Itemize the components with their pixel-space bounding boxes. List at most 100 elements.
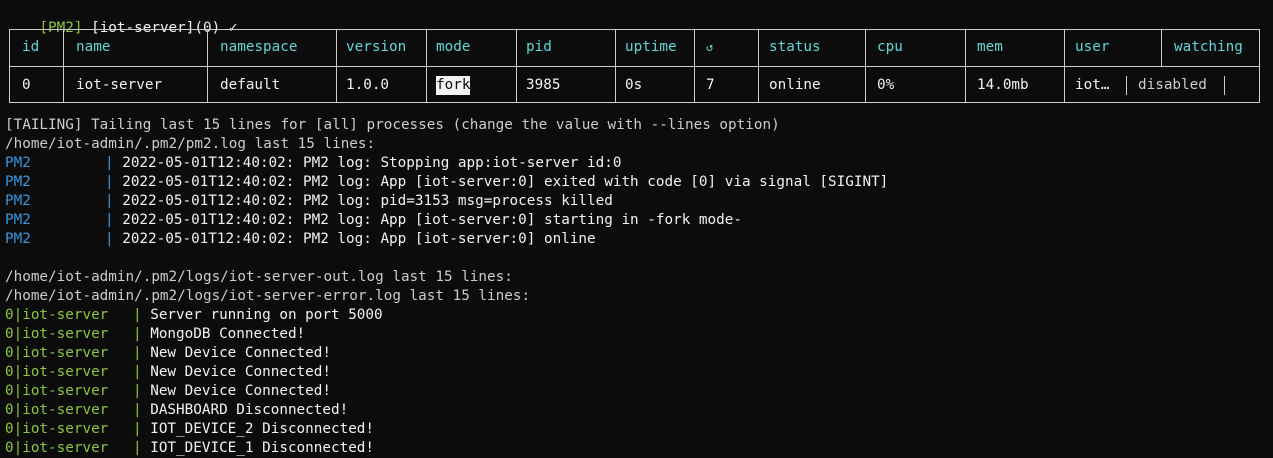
col-sep: [615, 29, 616, 103]
col-sep: [865, 29, 866, 103]
log-text: 2022-05-01T12:40:02: PM2 log: App [iot-s…: [122, 174, 889, 190]
cell-namespace: default: [220, 77, 281, 93]
log-line: 0|iot-server | IOT_DEVICE_2 Disconnected!: [5, 420, 374, 439]
header-pid: pid: [526, 39, 552, 55]
col-sep: [758, 29, 759, 103]
cell-name: iot-server: [76, 77, 163, 93]
log-text: New Device Connected!: [150, 383, 331, 399]
col-sep: [336, 29, 337, 103]
header-user: user: [1075, 39, 1110, 55]
log-tag: 0|iot-server: [5, 402, 109, 418]
log-separator: |: [105, 231, 114, 247]
cell-version: 1.0.0: [346, 77, 390, 93]
col-sep: [965, 29, 966, 103]
log-line: 0|iot-server | New Device Connected!: [5, 363, 331, 382]
header-version: version: [346, 39, 407, 55]
log-text: MongoDB Connected!: [150, 326, 306, 342]
log-tag: 0|iot-server: [5, 421, 109, 437]
tailing-notice: [TAILING] Tailing last 15 lines for [all…: [5, 117, 780, 133]
log-text: 2022-05-01T12:40:02: PM2 log: pid=3153 m…: [122, 193, 613, 209]
log-tag: PM2: [5, 231, 31, 247]
log-line: 0|iot-server | Server running on port 500…: [5, 306, 383, 325]
log-separator: |: [105, 193, 114, 209]
log-separator: |: [133, 402, 142, 418]
header-namespace: namespace: [220, 39, 298, 55]
cell-mode: fork: [436, 76, 471, 95]
log-tag: 0|iot-server: [5, 364, 109, 380]
log-line: PM2 | 2022-05-01T12:40:02: PM2 log: App […: [5, 173, 888, 192]
log-tag: 0|iot-server: [5, 383, 109, 399]
header-mem: mem: [977, 39, 1003, 55]
col-sep: [426, 29, 427, 103]
log-line: 0|iot-server | New Device Connected!: [5, 382, 331, 401]
col-sep: [516, 29, 517, 103]
header-cpu: cpu: [877, 39, 903, 55]
log-separator: |: [133, 383, 142, 399]
cell-mem: 14.0mb: [977, 77, 1029, 93]
process-table: id name namespace version mode pid uptim…: [9, 29, 1260, 103]
log-line: PM2 | 2022-05-01T12:40:02: PM2 log: App […: [5, 230, 596, 249]
col-sep: [1161, 29, 1162, 66]
log-tag: PM2: [5, 193, 31, 209]
log-tag: 0|iot-server: [5, 440, 109, 456]
cell-cpu: 0%: [877, 77, 895, 93]
log-line: 0|iot-server | New Device Connected!: [5, 344, 331, 363]
header-restarts-icon: ↺: [706, 40, 714, 54]
cell-user: iot…: [1075, 77, 1110, 93]
col-sep: [694, 29, 695, 103]
log-text: IOT_DEVICE_1 Disconnected!: [150, 440, 375, 456]
log-tag: PM2: [5, 155, 31, 171]
terminal-window[interactable]: [PM2] [iot-server](0) ✓ id name namespac…: [0, 0, 1273, 458]
log-separator: |: [133, 307, 142, 323]
header-name: name: [76, 39, 111, 55]
log-text: Server running on port 5000: [150, 307, 383, 323]
header-uptime: uptime: [625, 39, 677, 55]
header-mode: mode: [436, 39, 471, 55]
col-sep: [207, 29, 208, 103]
log-line: 0|iot-server | DASHBOARD Disconnected!: [5, 401, 348, 420]
log-separator: |: [105, 155, 114, 171]
cell-watching: disabled: [1138, 77, 1207, 93]
log-tag: PM2: [5, 174, 31, 190]
log-tag: PM2: [5, 212, 31, 228]
log-separator: |: [133, 421, 142, 437]
log-tag: 0|iot-server: [5, 345, 109, 361]
col-sep: [1126, 76, 1127, 95]
log-text: IOT_DEVICE_2 Disconnected!: [150, 421, 375, 437]
prompt-line: [PM2] [iot-server](0) ✓: [5, 0, 237, 36]
cell-uptime: 0s: [625, 77, 643, 93]
col-sep: [63, 29, 64, 103]
log-line: PM2 | 2022-05-01T12:40:02: PM2 log: Stopp…: [5, 154, 621, 173]
error-log-header: /home/iot-admin/.pm2/logs/iot-server-err…: [5, 288, 531, 304]
header-watching: watching: [1174, 39, 1243, 55]
cell-status: online: [769, 77, 821, 93]
log-separator: |: [133, 326, 142, 342]
log-line: PM2 | 2022-05-01T12:40:02: PM2 log: App […: [5, 211, 742, 230]
log-tag: 0|iot-server: [5, 326, 109, 342]
log-text: DASHBOARD Disconnected!: [150, 402, 349, 418]
log-separator: |: [133, 345, 142, 361]
cell-id: 0: [22, 77, 31, 93]
log-line: 0|iot-server | MongoDB Connected!: [5, 325, 305, 344]
col-sep: [1224, 76, 1225, 95]
col-sep: [1064, 29, 1065, 103]
log-separator: |: [105, 174, 114, 190]
pm2-log-header: /home/iot-admin/.pm2/pm2.log last 15 lin…: [5, 136, 376, 152]
log-text: New Device Connected!: [150, 345, 331, 361]
log-separator: |: [105, 212, 114, 228]
log-text: 2022-05-01T12:40:02: PM2 log: Stopping a…: [122, 155, 622, 171]
log-separator: |: [133, 440, 142, 456]
log-tag: 0|iot-server: [5, 307, 109, 323]
log-line: PM2 | 2022-05-01T12:40:02: PM2 log: pid=3…: [5, 192, 613, 211]
header-id: id: [22, 39, 40, 55]
log-separator: |: [133, 364, 142, 380]
cell-pid: 3985: [526, 77, 561, 93]
log-text: 2022-05-01T12:40:02: PM2 log: App [iot-s…: [122, 231, 596, 247]
log-text: New Device Connected!: [150, 364, 331, 380]
log-line: 0|iot-server | IOT_DEVICE_1 Disconnected!: [5, 439, 374, 458]
header-status: status: [769, 39, 821, 55]
table-header-divider: [9, 66, 1260, 67]
out-log-header: /home/iot-admin/.pm2/logs/iot-server-out…: [5, 269, 513, 285]
cell-restarts: 7: [706, 77, 715, 93]
log-text: 2022-05-01T12:40:02: PM2 log: App [iot-s…: [122, 212, 742, 228]
